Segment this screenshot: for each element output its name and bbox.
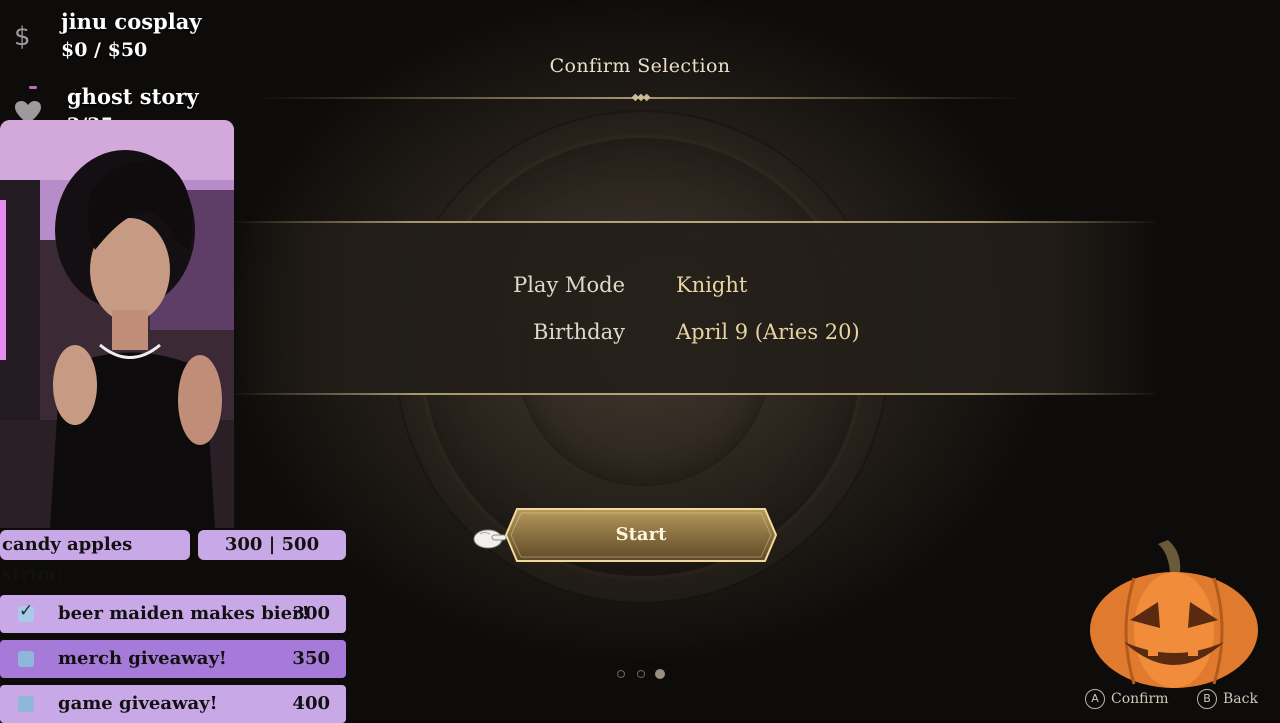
webcam-feed (0, 120, 234, 528)
back-hint-label: Back (1223, 691, 1258, 707)
checkbox-icon (18, 696, 34, 712)
page-dot-3-active (655, 669, 665, 679)
donation-goal-title: jinu cosplay (61, 9, 202, 34)
screen-title: Confirm Selection (549, 55, 731, 77)
details-top-divider (230, 221, 1160, 223)
details-bottom-divider (230, 393, 1160, 395)
goal-label: beer maiden makes bier! (58, 603, 310, 624)
start-button-label: Start (615, 524, 667, 545)
checkmark-icon: ✓ (19, 601, 34, 621)
start-button[interactable]: Start (505, 508, 777, 562)
a-button-icon: A (1085, 689, 1105, 709)
hand-cursor-icon (470, 526, 508, 554)
goal-row-2: merch giveaway! 350 (0, 640, 346, 678)
b-button-icon: B (1197, 689, 1217, 709)
goal-row-3: game giveaway! 400 (0, 685, 346, 723)
goal-row-1: ✓ beer maiden makes bier! 300 (0, 595, 346, 633)
confirm-hint-label: Confirm (1111, 691, 1169, 707)
goal-amount: 400 (292, 693, 330, 714)
jack-o-lantern-icon (1088, 538, 1260, 692)
play-mode-value: Knight (676, 273, 748, 297)
sub-goal-title: candy apples strim! (0, 530, 190, 585)
sub-goal-progress: 300 | 500 (198, 530, 346, 560)
goal-amount: 300 (292, 603, 330, 624)
page-dot-1 (617, 670, 625, 678)
checkbox-icon (18, 651, 34, 667)
follower-bar-marker (29, 86, 37, 89)
goal-label: merch giveaway! (58, 648, 227, 669)
diamond-ornament-icon: ◆◆◆ (631, 92, 650, 103)
goal-label: game giveaway! (58, 693, 218, 714)
donation-goal-progress: $0 / $50 (61, 39, 148, 61)
dollar-icon: $ (14, 22, 31, 52)
page-dot-2 (637, 670, 645, 678)
follower-goal-title: ghost story (67, 84, 199, 109)
details-panel (230, 222, 1160, 394)
play-mode-label: Play Mode (513, 273, 625, 297)
birthday-label: Birthday (533, 320, 625, 344)
goal-amount: 350 (292, 648, 330, 669)
birthday-value: April 9 (Aries 20) (676, 320, 860, 344)
